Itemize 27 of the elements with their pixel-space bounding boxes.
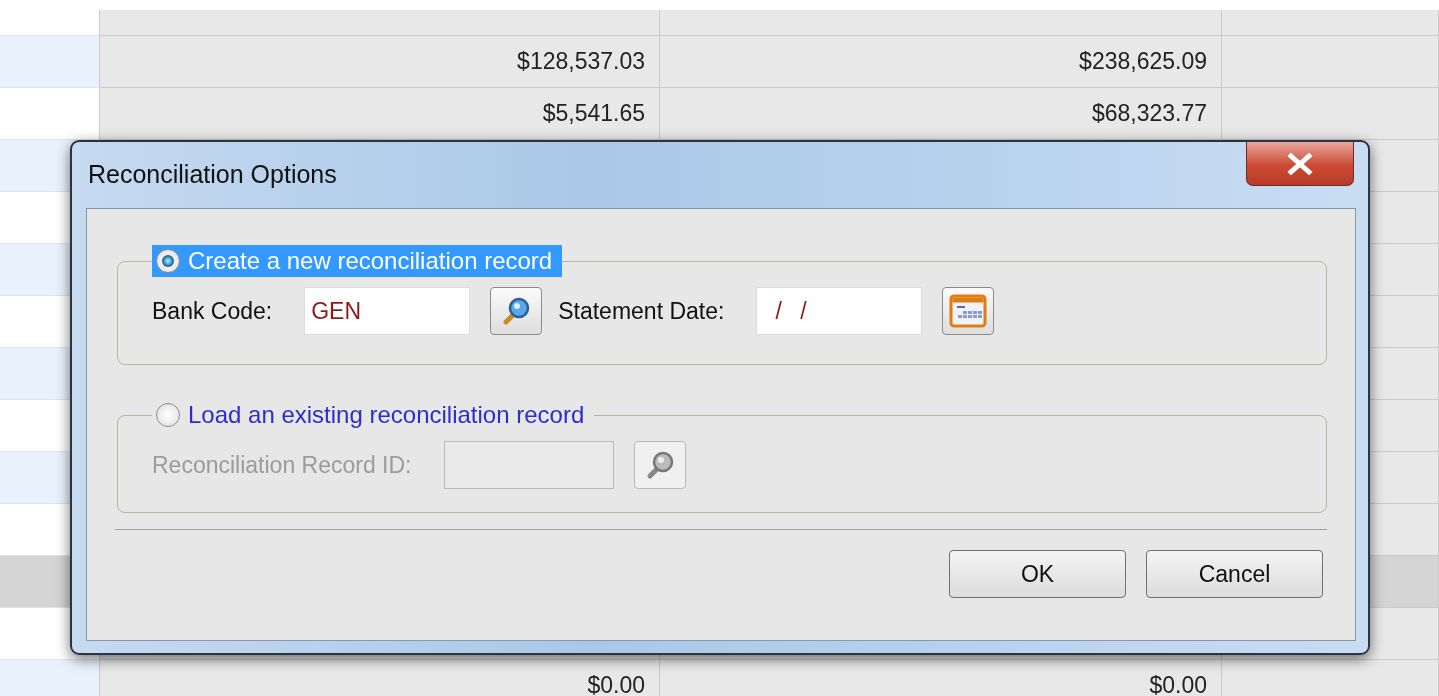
table-cell: $0.00 xyxy=(660,660,1222,696)
text-field[interactable]: GEN xyxy=(304,287,471,335)
row-header-cell[interactable] xyxy=(0,36,100,88)
text-field[interactable] xyxy=(443,441,614,489)
table-cell: $5,541.65 xyxy=(100,88,660,140)
field-label: Bank Code: xyxy=(152,297,273,325)
table-cell: $0.00 xyxy=(100,660,660,696)
dialog-title: Reconciliation Options xyxy=(88,160,337,189)
field-label: Statement Date: xyxy=(558,297,725,325)
search-button[interactable] xyxy=(490,287,543,335)
text-field[interactable]: / / xyxy=(756,287,923,335)
radio-button[interactable] xyxy=(156,249,180,273)
search-icon xyxy=(501,296,532,326)
close-button[interactable] xyxy=(1246,142,1354,186)
cancel-button[interactable]: Cancel xyxy=(1146,550,1323,598)
table-cell: $238,625.09 xyxy=(660,36,1222,88)
calendar-icon xyxy=(949,294,988,328)
row-header-cell[interactable] xyxy=(0,88,100,140)
ok-button[interactable]: OK xyxy=(949,550,1126,598)
field-label: Reconciliation Record ID: xyxy=(152,451,412,479)
radio-button[interactable] xyxy=(156,403,180,427)
row-header-cell[interactable] xyxy=(0,10,100,36)
close-icon xyxy=(1287,152,1313,175)
calendar-button[interactable] xyxy=(942,287,995,335)
table-cell: $68,323.77 xyxy=(660,88,1222,140)
table-cell: $128,537.03 xyxy=(100,36,660,88)
radio-option[interactable]: Load an existing reconciliation record xyxy=(152,399,595,431)
